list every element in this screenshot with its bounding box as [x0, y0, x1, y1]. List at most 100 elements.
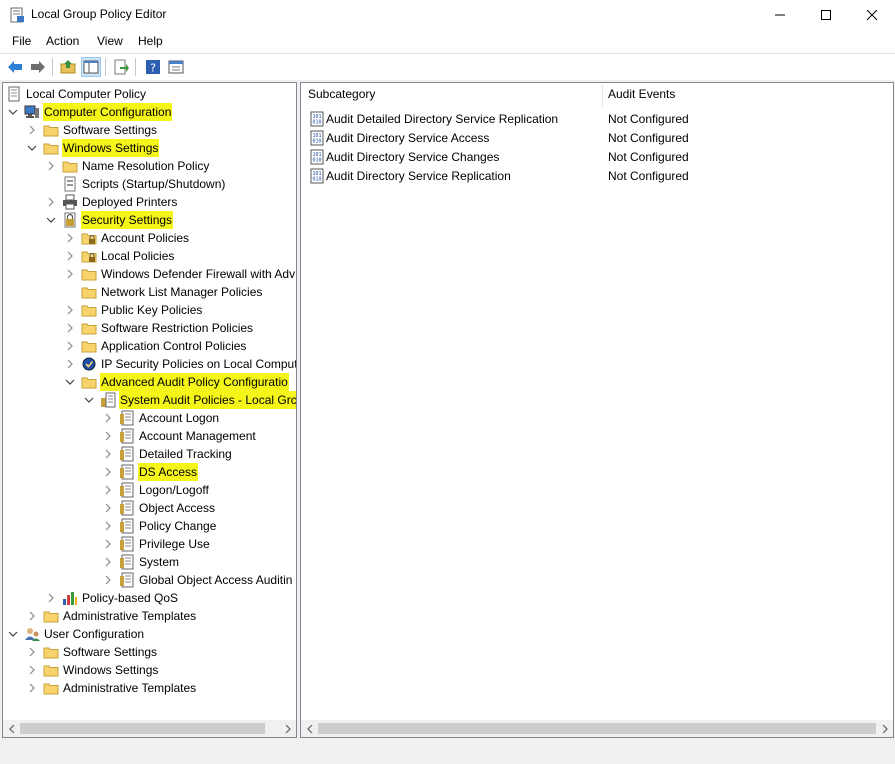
tree-node[interactable]: Object Access — [101, 499, 216, 517]
menu-help[interactable]: Help — [138, 34, 163, 48]
tree-node[interactable]: Computer Configuration — [6, 103, 173, 121]
tree-node[interactable]: User Configuration — [6, 625, 145, 643]
chevron-right-icon[interactable] — [103, 449, 113, 459]
chevron-right-icon[interactable] — [46, 197, 56, 207]
chevron-right-icon[interactable] — [65, 269, 75, 279]
chevron-down-icon[interactable] — [65, 377, 75, 387]
tree-node[interactable]: Security Settings — [44, 211, 174, 229]
console-tree-pane[interactable]: Local Computer Policy Computer Configurat… — [2, 82, 297, 738]
chevron-right-icon[interactable] — [65, 233, 75, 243]
chevron-right-icon[interactable] — [46, 161, 56, 171]
minimize-button[interactable] — [757, 0, 803, 30]
chevron-right-icon[interactable] — [65, 359, 75, 369]
tree-node[interactable]: Windows Settings — [25, 139, 160, 157]
tree-node[interactable]: Deployed Printers — [44, 193, 178, 211]
tree-node[interactable]: System Audit Policies - Local Grc — [82, 391, 296, 409]
back-button[interactable] — [5, 57, 25, 77]
scroll-thumb[interactable] — [318, 723, 876, 734]
tree-node[interactable]: Account Policies — [63, 229, 190, 247]
list-row[interactable]: 101 010 Audit Directory Service Replicatio… — [309, 166, 689, 185]
chevron-down-icon[interactable] — [8, 629, 18, 639]
tree-node[interactable]: Application Control Policies — [63, 337, 247, 355]
expander[interactable] — [63, 229, 77, 247]
expander[interactable] — [44, 157, 58, 175]
menu-action[interactable]: Action — [46, 34, 79, 48]
tree-node[interactable]: Account Management — [101, 427, 257, 445]
tree-node[interactable]: Software Settings — [25, 643, 158, 661]
properties-button[interactable] — [166, 57, 186, 77]
scroll-left-button[interactable] — [3, 720, 20, 737]
up-one-level-button[interactable] — [58, 57, 78, 77]
list-row[interactable]: 101 010 Audit Detailed Directory Service R… — [309, 109, 689, 128]
chevron-right-icon[interactable] — [103, 485, 113, 495]
tree-horizontal-scrollbar[interactable] — [3, 720, 296, 737]
expander[interactable] — [63, 319, 77, 337]
chevron-right-icon[interactable] — [103, 467, 113, 477]
details-pane[interactable]: Subcategory Audit Events 101 010 Audit Det… — [300, 82, 894, 738]
menu-file[interactable]: File — [12, 34, 31, 48]
forward-button[interactable] — [28, 57, 48, 77]
scroll-track[interactable] — [318, 720, 876, 737]
expander[interactable] — [101, 445, 115, 463]
details-horizontal-scrollbar[interactable] — [301, 720, 893, 737]
scroll-left-button[interactable] — [301, 720, 318, 737]
column-separator[interactable] — [602, 85, 603, 107]
chevron-right-icon[interactable] — [65, 323, 75, 333]
tree-node[interactable]: DS Access — [101, 463, 199, 481]
tree-node[interactable]: Local Policies — [63, 247, 175, 265]
chevron-right-icon[interactable] — [27, 125, 37, 135]
list-row[interactable]: 101 010 Audit Directory Service Access Not … — [309, 128, 689, 147]
tree-node[interactable]: Name Resolution Policy — [44, 157, 210, 175]
expander[interactable] — [44, 589, 58, 607]
expander[interactable] — [25, 139, 39, 157]
menu-view[interactable]: View — [97, 34, 123, 48]
chevron-right-icon[interactable] — [103, 539, 113, 549]
expander[interactable] — [44, 211, 58, 229]
tree-node[interactable]: Logon/Logoff — [101, 481, 210, 499]
column-header-subcategory[interactable]: Subcategory — [308, 87, 375, 101]
tree-node[interactable]: Network List Manager Policies — [63, 283, 263, 301]
expander[interactable] — [101, 427, 115, 445]
column-header-audit-events[interactable]: Audit Events — [608, 87, 675, 101]
expander[interactable] — [101, 553, 115, 571]
expander[interactable] — [25, 661, 39, 679]
tree-node[interactable]: Administrative Templates — [25, 607, 197, 625]
tree-node[interactable]: Detailed Tracking — [101, 445, 233, 463]
chevron-right-icon[interactable] — [27, 665, 37, 675]
maximize-button[interactable] — [803, 0, 849, 30]
chevron-right-icon[interactable] — [65, 341, 75, 351]
expander[interactable] — [101, 463, 115, 481]
chevron-right-icon[interactable] — [46, 593, 56, 603]
tree-node[interactable]: IP Security Policies on Local Comput — [63, 355, 296, 373]
chevron-down-icon[interactable] — [46, 215, 56, 225]
tree-node[interactable]: Software Restriction Policies — [63, 319, 254, 337]
chevron-right-icon[interactable] — [103, 521, 113, 531]
chevron-right-icon[interactable] — [27, 647, 37, 657]
tree-node[interactable]: Scripts (Startup/Shutdown) — [44, 175, 226, 193]
tree-node[interactable]: Software Settings — [25, 121, 158, 139]
tree-node[interactable]: Account Logon — [101, 409, 220, 427]
scroll-thumb[interactable] — [20, 723, 265, 734]
export-list-button[interactable] — [111, 57, 131, 77]
chevron-right-icon[interactable] — [103, 431, 113, 441]
expander[interactable] — [101, 499, 115, 517]
expander[interactable] — [25, 121, 39, 139]
expander[interactable] — [63, 373, 77, 391]
expander[interactable] — [101, 535, 115, 553]
scroll-track[interactable] — [20, 720, 279, 737]
expander[interactable] — [101, 571, 115, 589]
expander[interactable] — [101, 517, 115, 535]
tree-node[interactable]: Windows Settings — [25, 661, 159, 679]
tree-node[interactable]: Public Key Policies — [63, 301, 203, 319]
expander[interactable] — [63, 265, 77, 283]
expander[interactable] — [25, 607, 39, 625]
expander[interactable] — [25, 679, 39, 697]
chevron-down-icon[interactable] — [84, 395, 94, 405]
tree-node[interactable]: Policy Change — [101, 517, 217, 535]
show-hide-console-tree-button[interactable] — [81, 57, 101, 77]
expander[interactable] — [25, 643, 39, 661]
chevron-right-icon[interactable] — [27, 683, 37, 693]
expander[interactable] — [6, 625, 20, 643]
expander[interactable] — [101, 409, 115, 427]
scroll-right-button[interactable] — [876, 720, 893, 737]
